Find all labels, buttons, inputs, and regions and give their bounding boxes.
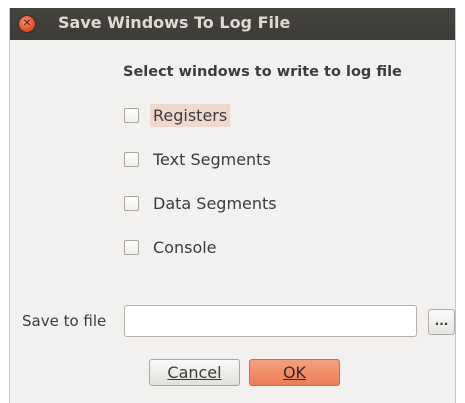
checkbox-row-text-segments[interactable]: Text Segments [124, 146, 274, 172]
window-title: Save Windows To Log File [58, 13, 291, 32]
save-to-file-label: Save to file [22, 312, 107, 330]
data-segments-label[interactable]: Data Segments [150, 192, 280, 215]
registers-checkbox[interactable] [124, 107, 139, 123]
close-icon[interactable]: ✕ [19, 16, 35, 32]
title-bar: ✕ Save Windows To Log File [10, 8, 455, 40]
cancel-button[interactable]: Cancel [149, 359, 240, 386]
save-file-input[interactable] [124, 305, 417, 337]
text-segments-checkbox[interactable] [124, 151, 139, 167]
checkbox-row-registers[interactable]: Registers [124, 102, 231, 128]
registers-label[interactable]: Registers [150, 103, 231, 127]
ok-button[interactable]: OK [249, 359, 340, 386]
checkbox-row-console[interactable]: Console [124, 234, 220, 260]
text-segments-label[interactable]: Text Segments [150, 148, 274, 171]
checkbox-row-data-segments[interactable]: Data Segments [124, 190, 280, 216]
console-checkbox[interactable] [124, 239, 139, 255]
console-label[interactable]: Console [150, 236, 220, 259]
data-segments-checkbox[interactable] [124, 195, 139, 211]
browse-button[interactable]: ... [428, 309, 455, 335]
section-heading: Select windows to write to log file [123, 64, 402, 80]
dialog-window: ✕ Save Windows To Log File Select window… [9, 8, 456, 403]
